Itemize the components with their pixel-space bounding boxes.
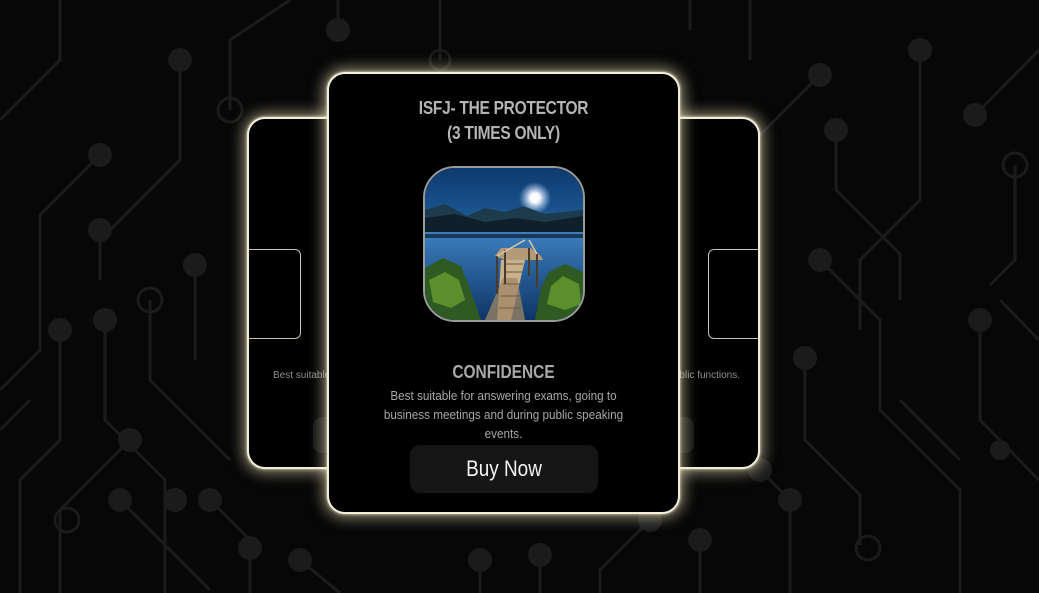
card-image-frame [708,249,758,339]
buy-now-button[interactable]: Buy Now [410,445,598,493]
card-title-line1: ISFJ- THE PROTECTOR [418,98,589,118]
moonlit-lake-pier-image [423,166,585,322]
product-carousel: Best suitable blic functions. ISFJ- THE … [0,0,1039,593]
card-heading: CONFIDENCE [452,362,555,382]
buy-now-label: Buy Now [466,456,542,481]
card-description-fragment: Best suitable [273,370,331,381]
card-title: ISFJ- THE PROTECTOR (3 TIMES ONLY) [353,96,653,146]
product-card-main: ISFJ- THE PROTECTOR (3 TIMES ONLY) CONFI… [327,72,680,514]
card-description-fragment: blic functions. [679,370,740,381]
card-description: Best suitable for answering exams, going… [383,388,624,441]
card-title-line2: (3 TIMES ONLY) [447,123,560,143]
card-image-frame [249,249,301,339]
